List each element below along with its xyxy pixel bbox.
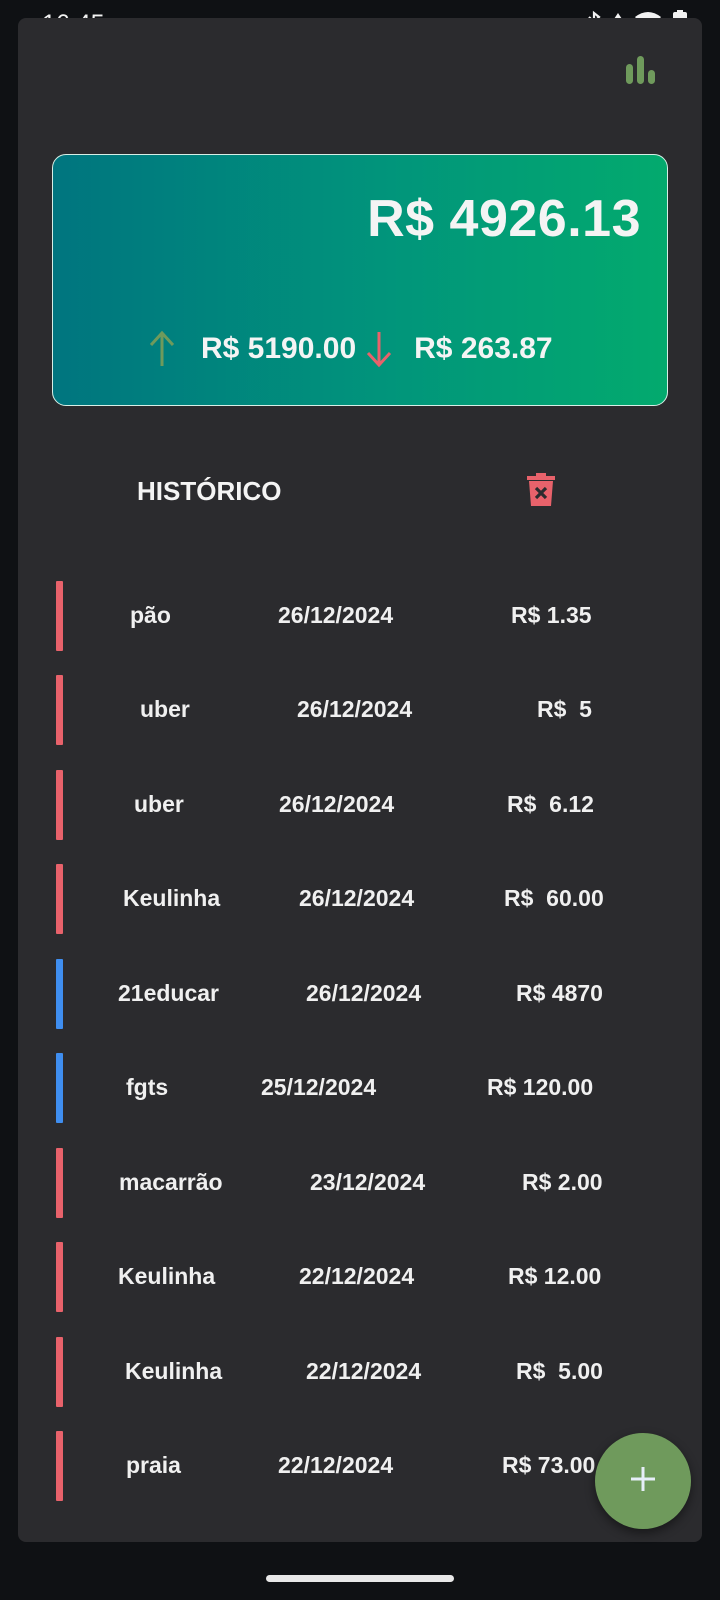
transaction-amount: R$ 120.00	[487, 1074, 594, 1100]
transaction-name: fgts	[126, 1074, 169, 1100]
transaction-date: 22/12/2024	[299, 1263, 415, 1289]
transaction-amount: R$ 6.12	[507, 791, 594, 817]
transaction-name: uber	[134, 791, 184, 817]
transaction-row[interactable]: uber 26/12/2024 R$ 6.12	[56, 770, 656, 840]
income-indicator	[56, 1053, 63, 1123]
transaction-date: 25/12/2024	[261, 1074, 377, 1100]
transaction-name: pão	[130, 602, 171, 628]
transaction-date: 22/12/2024	[306, 1358, 422, 1384]
transaction-date: 26/12/2024	[306, 980, 422, 1006]
balance-card: R$ 4926.13 R$ 5190.00 R$ 263.87	[52, 154, 668, 406]
delete-icon	[527, 472, 555, 512]
transaction-row[interactable]: fgts 25/12/2024 R$ 120.00	[56, 1053, 656, 1123]
transaction-amount: R$ 1.35	[511, 602, 592, 628]
history-title: HISTÓRICO	[137, 476, 282, 506]
income-expense-summary: R$ 5190.00 R$ 263.87	[145, 329, 553, 369]
transaction-row[interactable]: praia 22/12/2024 R$ 73.00	[56, 1431, 656, 1501]
transaction-row[interactable]: 21educar 26/12/2024 R$ 4870	[56, 959, 656, 1029]
arrow-down-icon	[362, 329, 396, 369]
expense-indicator	[56, 864, 63, 934]
transaction-amount: R$ 5.00	[516, 1358, 603, 1384]
transaction-row[interactable]: uber 26/12/2024 R$ 5	[56, 675, 656, 745]
transaction-date: 26/12/2024	[299, 885, 415, 911]
transaction-date: 26/12/2024	[278, 602, 394, 628]
transaction-row[interactable]: Keulinha 22/12/2024 R$ 12.00	[56, 1242, 656, 1312]
transaction-row[interactable]: Keulinha 26/12/2024 R$ 60.00	[56, 864, 656, 934]
income-indicator	[56, 959, 63, 1029]
balance-total: R$ 4926.13	[367, 190, 641, 248]
arrow-up-icon	[145, 329, 179, 369]
expense-indicator	[56, 770, 63, 840]
transaction-date: 23/12/2024	[310, 1169, 426, 1195]
expense-total: R$ 263.87	[414, 332, 553, 365]
expense-indicator	[56, 1431, 63, 1501]
expense-indicator	[56, 1242, 63, 1312]
transaction-name: uber	[140, 696, 190, 722]
home-gesture-bar[interactable]	[266, 1575, 454, 1582]
transaction-amount: R$ 12.00	[508, 1263, 602, 1289]
transaction-date: 22/12/2024	[278, 1452, 394, 1478]
transaction-name: 21educar	[118, 980, 220, 1006]
clear-history-button[interactable]	[522, 472, 560, 512]
transaction-amount: R$ 4870	[516, 980, 603, 1006]
expense-indicator	[56, 581, 63, 651]
plus-icon	[628, 1464, 658, 1499]
expense-indicator	[56, 1148, 63, 1218]
transaction-amount: R$ 73.00	[502, 1452, 596, 1478]
expense-indicator	[56, 675, 63, 745]
transaction-row[interactable]: pão 26/12/2024 R$ 1.35	[56, 581, 656, 651]
transaction-amount: R$ 60.00	[504, 885, 604, 911]
transaction-row[interactable]: Keulinha 22/12/2024 R$ 5.00	[56, 1337, 656, 1407]
transaction-row[interactable]: macarrão 23/12/2024 R$ 2.00	[56, 1148, 656, 1218]
transaction-name: Keulinha	[125, 1358, 223, 1384]
transaction-amount: R$ 5	[537, 696, 592, 722]
transaction-amount: R$ 2.00	[522, 1169, 603, 1195]
transaction-name: Keulinha	[123, 885, 221, 911]
transaction-name: praia	[126, 1452, 181, 1478]
transaction-date: 26/12/2024	[279, 791, 395, 817]
add-transaction-button[interactable]	[595, 1433, 691, 1529]
income-total: R$ 5190.00	[201, 332, 357, 365]
bar-chart-icon	[625, 54, 657, 89]
transaction-name: Keulinha	[118, 1263, 216, 1289]
transaction-name: macarrão	[119, 1169, 223, 1195]
expense-indicator	[56, 1337, 63, 1407]
statistics-button[interactable]	[618, 48, 664, 94]
transaction-date: 26/12/2024	[297, 696, 413, 722]
